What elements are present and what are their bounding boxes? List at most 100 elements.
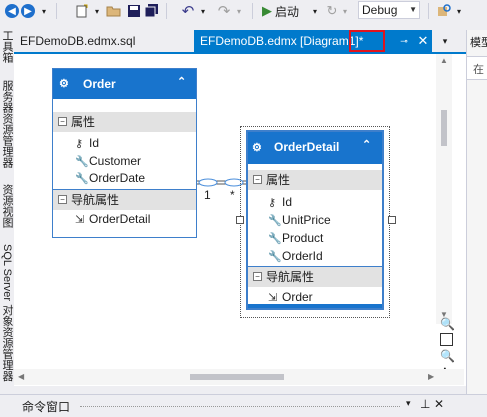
multiplicity-many: * [230, 188, 235, 202]
undo-dropdown[interactable]: ▾ [198, 2, 208, 20]
collapse-icon[interactable]: − [58, 195, 67, 204]
start-dropdown[interactable]: ▾ [310, 2, 320, 20]
collapse-chevron-icon[interactable]: ⌃ [177, 75, 186, 88]
tab-resource-view[interactable]: 资源视图 [0, 184, 14, 228]
tab-label: EFDemoDB.edmx.sql [20, 34, 136, 48]
property-orderid[interactable]: 🔧OrderId [268, 248, 323, 265]
zoom-out-icon[interactable]: 🔍 [440, 349, 455, 363]
search-input[interactable]: 在 [467, 56, 487, 80]
refresh-dropdown[interactable]: ▾ [340, 2, 350, 20]
panel-title: 模型 [470, 37, 487, 49]
refresh-icon: ↻ [326, 3, 338, 18]
property-orderdate[interactable]: 🔧OrderDate [75, 170, 145, 187]
search-placeholder: 在 [473, 64, 484, 76]
nav-section-header[interactable]: − 导航属性 [53, 189, 196, 210]
redo-dropdown[interactable]: ▾ [234, 2, 244, 20]
property-label: OrderDate [89, 171, 146, 185]
collapse-icon[interactable]: − [253, 175, 262, 184]
tab-label: EFDemoDB.edmx [Diagram1]* [200, 34, 364, 48]
scroll-thumb[interactable] [441, 110, 447, 146]
redo-button[interactable]: ↷ [216, 2, 232, 20]
find-dropdown[interactable]: ▾ [454, 2, 464, 20]
forward-button[interactable]: ▶ [20, 2, 36, 20]
wrench-icon: 🔧 [268, 215, 282, 227]
zoom-in-icon[interactable]: 🔍 [440, 317, 455, 331]
close-icon[interactable]: ✕ [434, 397, 444, 411]
entity-footer [248, 304, 382, 308]
scroll-left-icon[interactable]: ◀ [18, 372, 24, 381]
property-product[interactable]: 🔧Product [268, 230, 323, 247]
back-icon: ◀ [5, 4, 19, 18]
model-browser-panel: 模型 在 [466, 30, 487, 394]
drag-grip [80, 406, 400, 407]
tab-server-explorer[interactable]: 服务器资源管理器 [0, 80, 14, 168]
entity-header[interactable]: ⚙ OrderDetail ⌃ [248, 132, 382, 164]
scroll-right-icon[interactable]: ▶ [428, 372, 434, 381]
new-project-button[interactable] [74, 2, 90, 20]
resize-handle[interactable] [236, 216, 244, 224]
zoom-fit-icon[interactable] [440, 333, 453, 346]
scroll-up-icon[interactable]: ▲ [440, 56, 448, 65]
pin-icon[interactable]: ⊥ [420, 397, 430, 411]
section-label: 导航属性 [71, 193, 120, 207]
tab-sql-object-explorer[interactable]: SQL Server 对象资源管理器 [0, 244, 14, 381]
open-button[interactable] [106, 2, 122, 20]
wrench-icon: 🔧 [268, 251, 282, 263]
back-button[interactable]: ◀ [4, 2, 20, 20]
key-icon: ⚷ [268, 197, 277, 209]
collapse-chevron-icon[interactable]: ⌃ [362, 138, 371, 151]
nav-section-header[interactable]: − 导航属性 [248, 266, 382, 287]
tab-list-dropdown[interactable]: ▾ [438, 30, 452, 52]
configuration-select[interactable]: Debug ▼ [358, 1, 420, 19]
forward-icon: ▶ [21, 4, 35, 18]
nav-property-orderdetail[interactable]: ⇲ OrderDetail [75, 211, 150, 228]
undo-icon: ↶ [181, 3, 195, 20]
save-button[interactable] [126, 2, 142, 20]
start-label: 启动 [275, 4, 300, 19]
command-window-title[interactable]: 命令窗口 [22, 398, 70, 415]
chevron-down-icon: ▼ [409, 5, 417, 14]
navigate-dropdown[interactable]: ▾ [38, 2, 50, 20]
property-id[interactable]: ⚷ Id [75, 135, 99, 152]
entity-name: Order [83, 77, 116, 91]
collapse-icon[interactable]: − [58, 117, 67, 126]
property-label: Order [282, 290, 313, 304]
vertical-scrollbar[interactable]: ▲ ▼ [436, 54, 452, 324]
properties-section-header[interactable]: − 属性 [248, 170, 382, 190]
document-tab-bar: EFDemoDB.edmx.sql EFDemoDB.edmx [Diagram… [14, 30, 466, 52]
start-button[interactable]: ▶ 启动 [262, 2, 310, 20]
property-id[interactable]: ⚷ Id [268, 194, 292, 211]
annotation-highlight [349, 30, 385, 52]
properties-section-header[interactable]: − 属性 [53, 112, 196, 132]
save-all-button[interactable] [144, 2, 160, 20]
new-dropdown[interactable]: ▾ [92, 2, 102, 20]
entity-header[interactable]: ⚙ Order ⌃ [53, 69, 196, 99]
find-icon [438, 4, 451, 16]
property-unitprice[interactable]: 🔧UnitPrice [268, 212, 331, 229]
collapse-icon[interactable]: − [253, 272, 262, 281]
entity-orderdetail[interactable]: ⚙ OrderDetail ⌃ − 属性 ⚷ Id 🔧UnitPrice 🔧Pro… [246, 130, 384, 310]
separator [56, 3, 57, 19]
tab-toolbox[interactable]: 工具箱 [0, 30, 14, 63]
section-label: 属性 [71, 115, 96, 129]
resize-handle[interactable] [388, 216, 396, 224]
property-label: Id [89, 136, 100, 150]
entity-name: OrderDetail [274, 140, 340, 154]
refresh-button[interactable]: ↻ [324, 2, 340, 20]
property-label: Customer [89, 154, 142, 168]
separator [166, 3, 167, 19]
entity-order[interactable]: ⚙ Order ⌃ − 属性 ⚷ Id 🔧Customer 🔧OrderDate … [52, 68, 197, 238]
chevron-down-icon[interactable]: ▾ [406, 398, 411, 409]
play-icon: ▶ [262, 3, 272, 18]
pin-icon[interactable]: ⊸ [398, 30, 410, 52]
horizontal-scrollbar[interactable]: ◀ ▶ [14, 369, 464, 385]
new-project-icon [76, 4, 88, 18]
close-icon[interactable]: ✕ [414, 30, 432, 52]
tab-edmx-sql[interactable]: EFDemoDB.edmx.sql [14, 30, 192, 52]
diagram-canvas[interactable]: 1 * ⚙ Order ⌃ − 属性 ⚷ Id 🔧Customer 🔧OrderD… [14, 54, 466, 386]
wrench-icon: 🔧 [268, 233, 282, 245]
find-button[interactable] [436, 2, 452, 20]
scroll-thumb[interactable] [190, 374, 284, 380]
undo-button[interactable]: ↶ [180, 2, 196, 20]
property-customer[interactable]: 🔧Customer [75, 153, 141, 170]
